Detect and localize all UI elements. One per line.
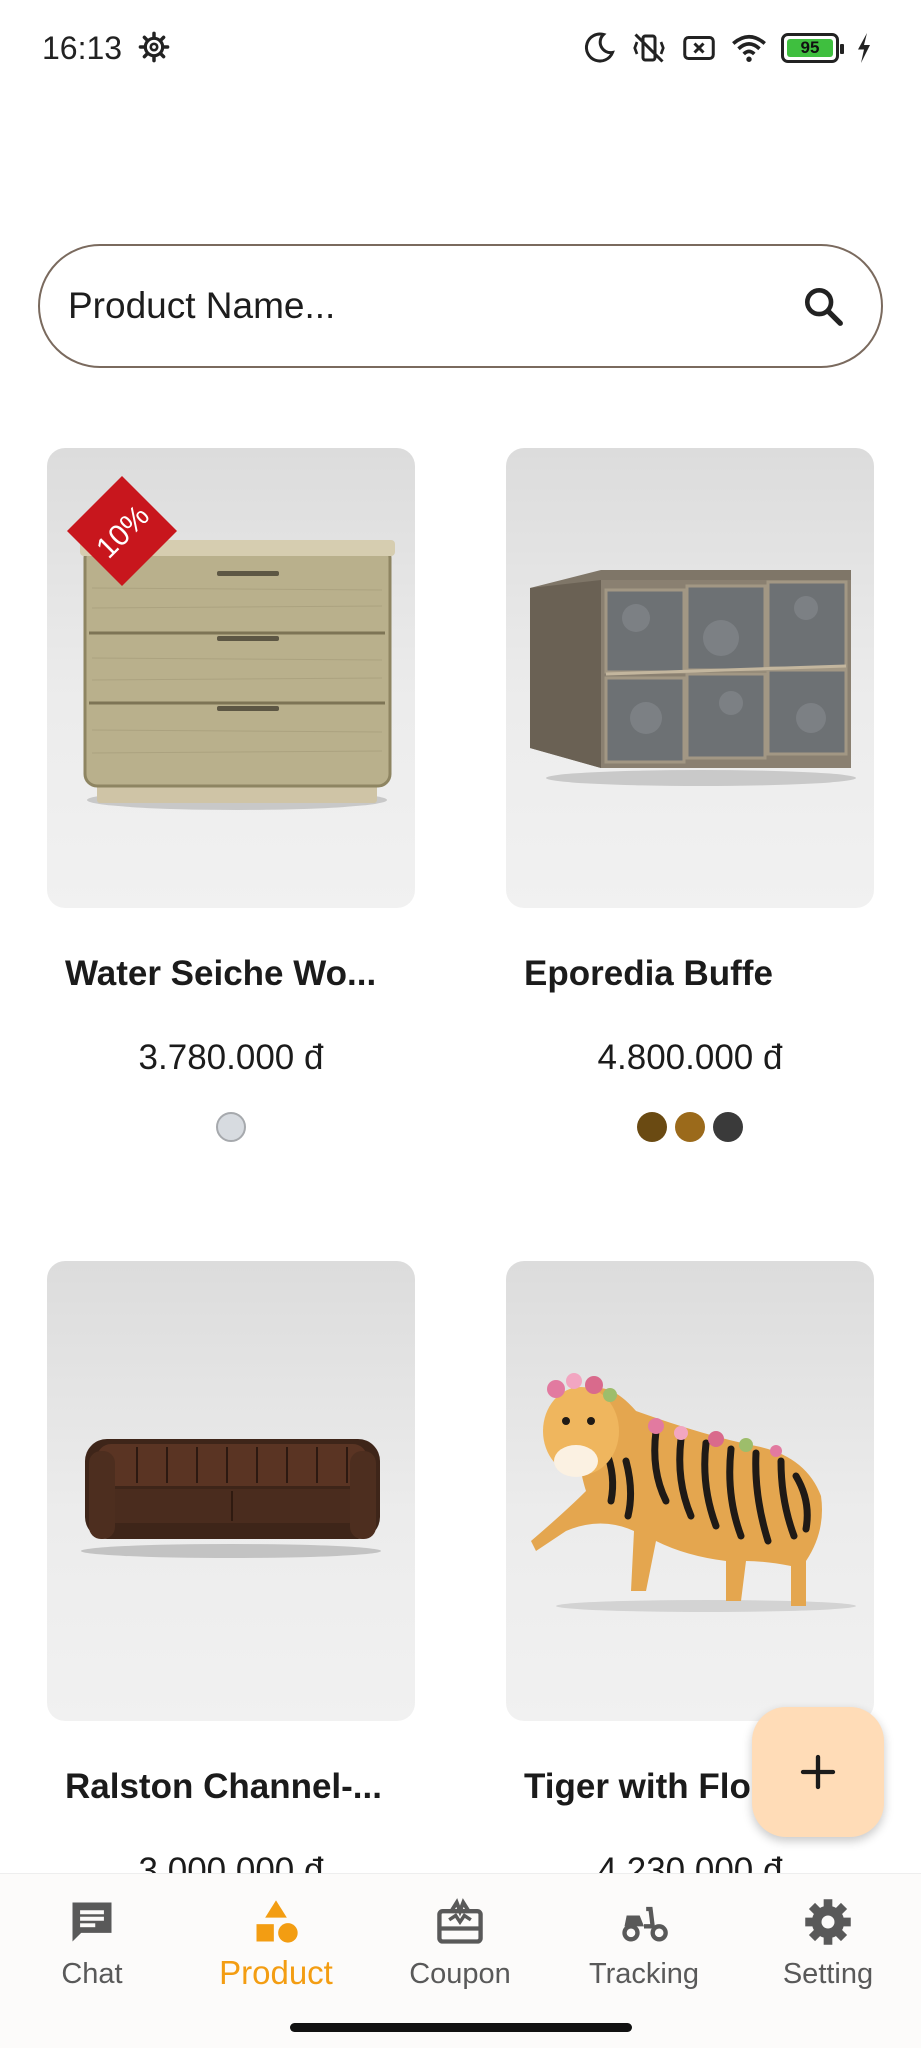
- moon-icon: [584, 32, 615, 63]
- status-bar: 16:13 95: [0, 0, 921, 100]
- buffet-image: [530, 570, 856, 786]
- color-swatch[interactable]: [713, 1112, 743, 1142]
- nav-item-chat[interactable]: Chat: [0, 1894, 184, 1991]
- product-name: Eporedia Buffe: [524, 954, 773, 993]
- search-icon: [804, 287, 843, 326]
- color-swatch[interactable]: [637, 1112, 667, 1142]
- product-price: 3.000.000 đ: [138, 1851, 324, 1873]
- nav-label: Chat: [61, 1958, 123, 1990]
- nav-item-product[interactable]: Product: [184, 1894, 368, 1992]
- search-button[interactable]: [793, 276, 853, 336]
- settings-icon: [138, 31, 170, 63]
- category-icon: [256, 1900, 298, 1943]
- scooter-icon: [622, 1906, 668, 1942]
- wifi-icon: [732, 34, 766, 62]
- status-time: 16:13: [42, 30, 123, 66]
- product-name: Ralston Channel-...: [65, 1767, 382, 1806]
- add-product-button[interactable]: [752, 1707, 884, 1837]
- chat-icon: [72, 1902, 112, 1942]
- search-bar: [38, 244, 883, 368]
- product-card[interactable]: 10% Water Seiche Wo... 3.780.000 đ: [47, 448, 415, 1142]
- nav-item-tracking[interactable]: Tracking: [552, 1894, 736, 1991]
- color-swatch[interactable]: [216, 1112, 246, 1142]
- sim-x-icon: [683, 36, 715, 60]
- vibrate-off-icon: [633, 33, 665, 63]
- product-image: [47, 1261, 415, 1721]
- search-input[interactable]: [68, 285, 793, 327]
- plus-icon: [800, 1754, 836, 1790]
- product-image: [506, 1261, 874, 1721]
- product-image: 10%: [47, 448, 415, 908]
- status-icons: 95: [581, 30, 875, 66]
- charging-icon: [858, 33, 870, 63]
- color-swatches: [506, 1112, 874, 1142]
- product-card[interactable]: Eporedia Buffe 4.800.000 đ: [506, 448, 874, 1142]
- battery-level: 95: [787, 38, 833, 57]
- sofa-image: [81, 1439, 381, 1558]
- bottom-navigation: Chat Product Coupon Tracking Setting: [0, 1873, 921, 2048]
- color-swatch[interactable]: [675, 1112, 705, 1142]
- nav-item-setting[interactable]: Setting: [736, 1894, 920, 1991]
- nav-item-coupon[interactable]: Coupon: [368, 1894, 552, 1991]
- tiger-sculpture-image: [531, 1373, 856, 1612]
- color-swatches: [47, 1112, 415, 1142]
- gear-icon: [805, 1899, 851, 1945]
- nav-label: Tracking: [588, 1958, 700, 1990]
- discount-badge: 10%: [67, 476, 177, 586]
- product-price: 3.780.000 đ: [138, 1038, 324, 1077]
- product-price: 4.800.000 đ: [597, 1038, 783, 1077]
- coupon-icon: [437, 1898, 483, 1944]
- nav-label: Product: [219, 1954, 333, 1991]
- product-price: 4.230.000 đ: [597, 1851, 783, 1873]
- nav-label: Setting: [782, 1958, 874, 1990]
- product-name: Water Seiche Wo...: [65, 954, 377, 993]
- home-indicator: [290, 2023, 632, 2032]
- product-image: [506, 448, 874, 908]
- product-grid: 10% Water Seiche Wo... 3.780.000 đ Epore…: [0, 448, 921, 1873]
- nav-label: Coupon: [409, 1958, 511, 1990]
- battery-icon: 95: [781, 33, 844, 63]
- product-card[interactable]: Ralston Channel-... 3.000.000 đ: [47, 1261, 415, 1873]
